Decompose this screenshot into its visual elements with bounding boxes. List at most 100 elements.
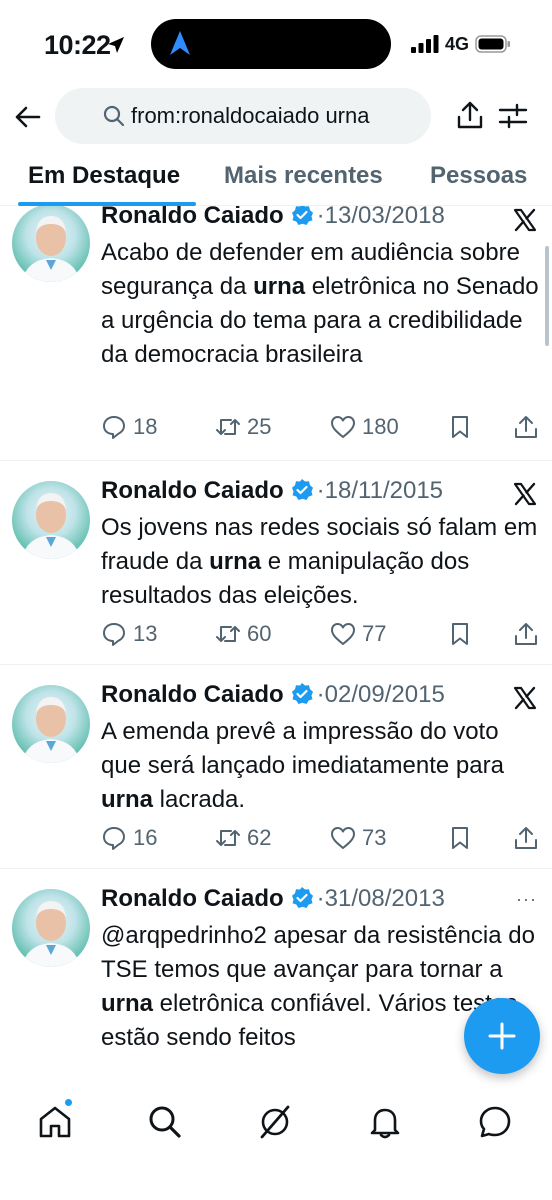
tweet[interactable]: Ronaldo Caiado ·31/08/2013 ··· @arqpedrin… bbox=[0, 869, 552, 1090]
tweet-text-part: A emenda prevê a impressão do voto que s… bbox=[101, 718, 504, 779]
verified-badge-icon bbox=[291, 479, 313, 500]
highlighted-term: urna bbox=[101, 786, 154, 813]
reply-button[interactable]: 13 bbox=[101, 619, 157, 649]
verified-badge-icon bbox=[291, 206, 313, 225]
tweet-date[interactable]: 18/11/2015 bbox=[325, 477, 443, 504]
bookmark-button[interactable] bbox=[447, 619, 479, 649]
retweet-count: 62 bbox=[247, 825, 272, 850]
reply-button[interactable]: 16 bbox=[101, 823, 157, 853]
tweet-text-part: @arqpedrinho2 apesar da resistência do T… bbox=[101, 922, 535, 983]
highlighted-term: urna bbox=[209, 548, 262, 575]
compose-button[interactable] bbox=[464, 998, 540, 1074]
tweet-header: Ronaldo Caiado ·02/09/2015 bbox=[101, 681, 445, 709]
plus-icon bbox=[488, 1022, 516, 1050]
share-tweet-button[interactable] bbox=[513, 823, 545, 853]
home-icon[interactable] bbox=[37, 1104, 73, 1140]
explore-search-icon[interactable] bbox=[147, 1104, 183, 1140]
bookmark-icon bbox=[452, 827, 468, 849]
reply-icon bbox=[103, 623, 125, 646]
bookmark-icon bbox=[452, 416, 468, 438]
reply-count: 13 bbox=[133, 621, 158, 646]
notifications-bell-icon[interactable] bbox=[367, 1104, 403, 1140]
tweet-text[interactable]: A emenda prevê a impressão do voto que s… bbox=[101, 715, 541, 817]
tweet-text[interactable]: Os jovens nas redes sociais só falam em … bbox=[101, 511, 541, 613]
reply-button[interactable]: 18 bbox=[101, 412, 157, 442]
retweet-icon bbox=[216, 626, 240, 642]
tweet-text-part: lacrada. bbox=[153, 786, 246, 813]
tweet[interactable]: Ronaldo Caiado ·02/09/2015 A emenda prevê… bbox=[0, 665, 552, 869]
share-tweet-button[interactable] bbox=[513, 412, 545, 442]
tab-mais-recentes[interactable]: Mais recentes bbox=[224, 162, 383, 190]
tweet-date[interactable]: 02/09/2015 bbox=[325, 681, 445, 708]
tweet-date[interactable]: 31/08/2013 bbox=[325, 885, 445, 912]
author-name[interactable]: Ronaldo Caiado bbox=[101, 477, 284, 504]
share-icon[interactable] bbox=[456, 100, 484, 130]
tweet-actions: 13 60 77 bbox=[101, 619, 551, 649]
location-arrow-icon bbox=[108, 37, 124, 53]
tweet-actions: 18 25 180 bbox=[101, 412, 551, 442]
search-tabs: Em Destaque Mais recentes Pessoas bbox=[0, 148, 552, 206]
tab-pessoas[interactable]: Pessoas bbox=[430, 162, 527, 190]
retweet-icon bbox=[216, 419, 240, 435]
retweet-button[interactable]: 60 bbox=[215, 619, 271, 649]
x-logo-icon bbox=[513, 208, 537, 232]
dynamic-island bbox=[151, 19, 391, 69]
like-button[interactable]: 180 bbox=[330, 412, 399, 442]
x-logo-icon bbox=[513, 482, 537, 506]
like-count: 180 bbox=[362, 414, 399, 439]
verified-badge-icon bbox=[291, 887, 313, 908]
share-icon bbox=[515, 827, 537, 849]
reply-icon bbox=[103, 416, 125, 439]
filter-settings-icon[interactable] bbox=[498, 101, 528, 131]
retweet-count: 25 bbox=[247, 414, 272, 439]
bookmark-icon bbox=[452, 623, 468, 645]
retweet-button[interactable]: 62 bbox=[215, 823, 271, 853]
grok-icon[interactable] bbox=[257, 1104, 293, 1140]
back-arrow-icon[interactable] bbox=[12, 102, 42, 132]
search-query: from:ronaldocaiado urna bbox=[131, 103, 370, 128]
author-name[interactable]: Ronaldo Caiado bbox=[101, 206, 284, 229]
tweet[interactable]: Ronaldo Caiado ·13/03/2018 Acabo de defen… bbox=[0, 206, 552, 461]
retweet-icon bbox=[216, 830, 240, 846]
author-name[interactable]: Ronaldo Caiado bbox=[101, 681, 284, 708]
author-name[interactable]: Ronaldo Caiado bbox=[101, 885, 284, 912]
tweet-header: Ronaldo Caiado ·13/03/2018 bbox=[101, 206, 445, 230]
reply-count: 16 bbox=[133, 825, 158, 850]
retweet-button[interactable]: 25 bbox=[215, 412, 271, 442]
heart-icon bbox=[331, 416, 355, 438]
status-bar: 10:22 4G bbox=[0, 0, 552, 86]
battery-icon bbox=[475, 35, 510, 53]
tweet-date[interactable]: 13/03/2018 bbox=[325, 206, 445, 229]
like-count: 77 bbox=[362, 621, 387, 646]
highlighted-term: urna bbox=[253, 273, 306, 300]
tab-em-destaque[interactable]: Em Destaque bbox=[28, 162, 180, 190]
like-button[interactable]: 73 bbox=[330, 823, 386, 853]
home-unread-dot bbox=[64, 1098, 73, 1107]
more-options-icon[interactable]: ··· bbox=[516, 889, 537, 910]
profile-photo-icon bbox=[22, 216, 80, 282]
profile-photo-icon bbox=[22, 901, 80, 967]
search-input[interactable]: from:ronaldocaiado urna bbox=[55, 88, 431, 144]
scrollbar[interactable] bbox=[545, 246, 549, 346]
status-time: 10:22 bbox=[44, 30, 111, 60]
like-button[interactable]: 77 bbox=[330, 619, 386, 649]
avatar[interactable] bbox=[12, 685, 90, 763]
bookmark-button[interactable] bbox=[447, 412, 479, 442]
share-icon bbox=[515, 623, 537, 645]
navigation-arrow-icon bbox=[170, 31, 190, 55]
messages-icon[interactable] bbox=[477, 1104, 513, 1140]
avatar[interactable] bbox=[12, 889, 90, 967]
tweet[interactable]: Ronaldo Caiado ·18/11/2015 Os jovens nas … bbox=[0, 461, 552, 665]
avatar[interactable] bbox=[12, 206, 90, 282]
heart-icon bbox=[331, 623, 355, 645]
highlighted-term: urna bbox=[101, 990, 154, 1017]
bottom-navigation bbox=[0, 1090, 552, 1200]
tweet-date-separator: · bbox=[316, 885, 325, 912]
profile-photo-icon bbox=[22, 697, 80, 763]
bookmark-button[interactable] bbox=[447, 823, 479, 853]
cellular-signal-icon bbox=[411, 35, 439, 53]
tweet-text[interactable]: Acabo de defender em audiência sobre seg… bbox=[101, 236, 541, 372]
tweet-header: Ronaldo Caiado ·18/11/2015 bbox=[101, 477, 443, 505]
avatar[interactable] bbox=[12, 481, 90, 559]
share-tweet-button[interactable] bbox=[513, 619, 545, 649]
